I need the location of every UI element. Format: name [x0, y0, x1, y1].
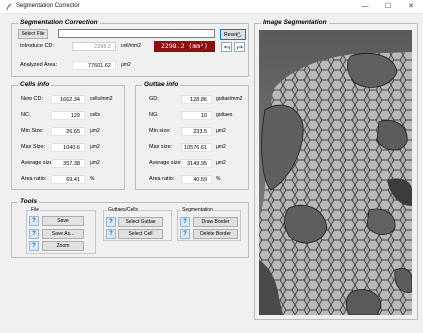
guttae-row-label: NG:: [149, 112, 159, 118]
guttae-max-size-value: 10576.61: [181, 143, 212, 152]
segmentation-correction-title: Segmentation Correction: [18, 19, 100, 27]
select-guttae-button[interactable]: Select Guttae: [118, 217, 163, 227]
min-size-value: 26.65: [51, 127, 85, 136]
guttae-row-unit: guttae/mm2: [216, 96, 243, 102]
cells-row-label: Max Size:: [21, 144, 46, 150]
guttae-row-label: Area ratio:: [149, 176, 175, 182]
help-icon[interactable]: ?: [180, 229, 190, 239]
cells-row-label: Average size:: [21, 160, 55, 166]
select-file-button[interactable]: Select File: [18, 29, 48, 39]
analyzed-area-unit: μm2: [121, 62, 131, 68]
reset-button[interactable]: Reset: [220, 29, 246, 40]
cells-row-unit: μm2: [90, 160, 100, 166]
ng-value: 10: [181, 111, 212, 120]
minimize-button[interactable]: —: [354, 0, 376, 14]
guttae-row-label: Max size:: [149, 144, 173, 150]
cells-row-unit: cells: [90, 112, 101, 118]
draw-border-button[interactable]: Draw Border: [193, 217, 238, 227]
guttae-row-unit: μm2: [216, 160, 226, 166]
guttae-row-unit: %: [216, 176, 221, 182]
help-icon[interactable]: ?: [29, 241, 39, 251]
new-cd-value: 1662.34: [51, 95, 85, 104]
guttae-cells-subgroup-title: Guttaes/Cells: [107, 207, 140, 213]
help-icon[interactable]: ?: [106, 217, 116, 227]
guttae-row-unit: μm2: [216, 144, 226, 150]
guttae-row-unit: guttaes: [216, 112, 233, 118]
guttae-average-size-value: 3149.95: [181, 159, 212, 168]
introduce-cd-unit: cell/mm2: [121, 43, 142, 49]
guttae-row-label: Average size:: [149, 160, 183, 166]
segmentation-subgroup-title: Segmentation: [181, 207, 214, 213]
window-title: Segmentation Corrector: [16, 3, 80, 9]
help-icon[interactable]: ?: [29, 229, 39, 239]
guttae-info-title: Guttae info: [142, 81, 181, 89]
maximize-button[interactable]: ☐: [377, 0, 399, 14]
segmentation-image[interactable]: [259, 30, 412, 315]
title-bar: Segmentation Corrector — ☐ ✕: [0, 0, 423, 14]
analyzed-area-value: 77601.62: [72, 61, 116, 70]
undo-icon: [224, 45, 230, 50]
guttae-min-size-value: 233.5: [181, 127, 212, 136]
redo-button[interactable]: [234, 42, 245, 52]
undo-button[interactable]: [221, 42, 232, 52]
image-segmentation-title: Image Segmentation: [261, 19, 329, 27]
select-cell-button[interactable]: Select Cell: [118, 229, 163, 239]
guttae-area-ratio-value: 40.59: [181, 175, 212, 184]
cells-row-label: Area ratio:: [21, 176, 47, 182]
cd-display: 2298.2 (mm²): [154, 41, 215, 52]
cells-row-label: Min Size:: [21, 128, 44, 134]
tools-title: Tools: [18, 198, 40, 206]
cells-row-unit: %: [90, 176, 95, 182]
cells-row-label: New CD:: [21, 96, 44, 102]
cells-row-unit: μm2: [90, 128, 100, 134]
average-size-value: 357.38: [51, 159, 85, 168]
analyzed-area-label: Analyzed Area:: [20, 62, 57, 68]
nc-value: 129: [51, 111, 85, 120]
area-ratio-value: 69.41: [51, 175, 85, 184]
refresh-icon: [236, 32, 242, 38]
delete-border-button[interactable]: Delete Border: [193, 229, 238, 239]
cells-info-title: Cells info: [18, 81, 52, 89]
redo-icon: [237, 45, 243, 50]
close-button[interactable]: ✕: [400, 0, 422, 14]
save-button[interactable]: Save: [42, 216, 84, 226]
guttae-row-unit: μm2: [216, 128, 226, 134]
zoom-button[interactable]: Zoom: [42, 241, 84, 251]
introduce-cd-label: Introduce CD:: [20, 43, 54, 49]
cells-row-label: NC:: [21, 112, 31, 118]
guttae-row-label: GD:: [149, 96, 159, 102]
help-icon[interactable]: ?: [180, 217, 190, 227]
introduce-cd-input[interactable]: 2298.2: [72, 42, 116, 51]
gd-value: 128.86: [181, 95, 212, 104]
save-as-button[interactable]: Save As...: [42, 229, 84, 239]
file-path-field[interactable]: [58, 29, 215, 38]
app-feather-icon: [6, 3, 12, 11]
help-icon[interactable]: ?: [106, 229, 116, 239]
cells-row-unit: μm2: [90, 144, 100, 150]
max-size-value: 1040.6: [51, 143, 85, 152]
help-icon[interactable]: ?: [29, 216, 39, 226]
cells-row-unit: cells/mm2: [90, 96, 113, 102]
file-subgroup-title: File: [30, 207, 41, 213]
guttae-row-label: Min size:: [149, 128, 171, 134]
